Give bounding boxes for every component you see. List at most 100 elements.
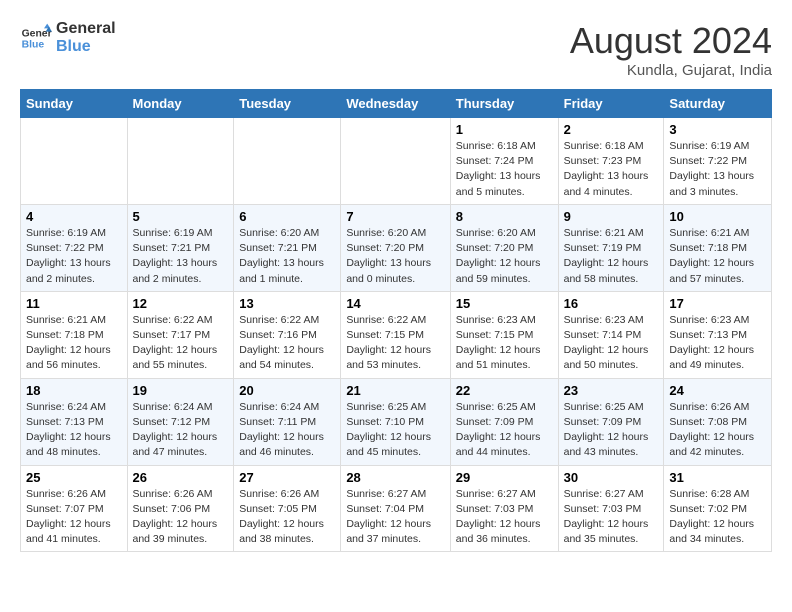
day-cell: 27 Sunrise: 6:26 AMSunset: 7:05 PMDayligh… [234, 465, 341, 552]
day-number: 17 [669, 296, 766, 311]
header-monday: Monday [127, 90, 234, 118]
day-info: Sunrise: 6:24 AMSunset: 7:11 PMDaylight:… [239, 400, 335, 461]
day-number: 26 [133, 470, 229, 485]
day-cell: 10 Sunrise: 6:21 AMSunset: 7:18 PMDayligh… [664, 204, 772, 291]
day-info: Sunrise: 6:22 AMSunset: 7:16 PMDaylight:… [239, 313, 335, 374]
day-info: Sunrise: 6:28 AMSunset: 7:02 PMDaylight:… [669, 487, 766, 548]
day-cell [21, 118, 128, 205]
day-cell: 25Sunrise: 6:26 AMSunset: 7:07 PMDayligh… [21, 465, 128, 552]
day-cell: 15 Sunrise: 6:23 AMSunset: 7:15 PMDayligh… [450, 291, 558, 378]
day-number: 3 [669, 122, 766, 137]
day-cell [341, 118, 450, 205]
logo: General Blue General Blue [20, 20, 116, 56]
day-cell: 9Sunrise: 6:21 AMSunset: 7:19 PMDaylight… [558, 204, 664, 291]
day-cell: 19 Sunrise: 6:24 AMSunset: 7:12 PMDayligh… [127, 378, 234, 465]
day-info: Sunrise: 6:23 AMSunset: 7:15 PMDaylight:… [456, 313, 553, 374]
day-number: 8 [456, 209, 553, 224]
day-cell: 5 Sunrise: 6:19 AMSunset: 7:21 PMDaylight… [127, 204, 234, 291]
day-number: 1 [456, 122, 553, 137]
day-number: 20 [239, 383, 335, 398]
week-row-1: 1Sunrise: 6:18 AMSunset: 7:24 PMDaylight… [21, 118, 772, 205]
day-info: Sunrise: 6:23 AMSunset: 7:13 PMDaylight:… [669, 313, 766, 374]
day-number: 18 [26, 383, 122, 398]
day-info: Sunrise: 6:18 AMSunset: 7:23 PMDaylight:… [564, 139, 659, 200]
logo-icon: General Blue [20, 22, 52, 54]
day-info: Sunrise: 6:27 AMSunset: 7:04 PMDaylight:… [346, 487, 444, 548]
day-info: Sunrise: 6:21 AMSunset: 7:18 PMDaylight:… [26, 313, 122, 374]
day-number: 29 [456, 470, 553, 485]
day-number: 5 [133, 209, 229, 224]
day-number: 9 [564, 209, 659, 224]
day-info: Sunrise: 6:20 AMSunset: 7:21 PMDaylight:… [239, 226, 335, 287]
day-info: Sunrise: 6:19 AMSunset: 7:22 PMDaylight:… [669, 139, 766, 200]
day-info: Sunrise: 6:20 AMSunset: 7:20 PMDaylight:… [456, 226, 553, 287]
header-sunday: Sunday [21, 90, 128, 118]
day-number: 28 [346, 470, 444, 485]
svg-text:Blue: Blue [22, 40, 45, 51]
day-number: 2 [564, 122, 659, 137]
week-row-2: 4 Sunrise: 6:19 AMSunset: 7:22 PMDaylight… [21, 204, 772, 291]
day-cell: 17 Sunrise: 6:23 AMSunset: 7:13 PMDayligh… [664, 291, 772, 378]
header-tuesday: Tuesday [234, 90, 341, 118]
day-info: Sunrise: 6:24 AMSunset: 7:12 PMDaylight:… [133, 400, 229, 461]
day-cell: 23 Sunrise: 6:25 AMSunset: 7:09 PMDayligh… [558, 378, 664, 465]
calendar-header-row: SundayMondayTuesdayWednesdayThursdayFrid… [21, 90, 772, 118]
day-cell: 30Sunrise: 6:27 AMSunset: 7:03 PMDayligh… [558, 465, 664, 552]
day-info: Sunrise: 6:22 AMSunset: 7:15 PMDaylight:… [346, 313, 444, 374]
day-number: 13 [239, 296, 335, 311]
day-number: 27 [239, 470, 335, 485]
week-row-5: 25Sunrise: 6:26 AMSunset: 7:07 PMDayligh… [21, 465, 772, 552]
day-info: Sunrise: 6:26 AMSunset: 7:05 PMDaylight:… [239, 487, 335, 548]
day-cell: 14Sunrise: 6:22 AMSunset: 7:15 PMDayligh… [341, 291, 450, 378]
day-number: 7 [346, 209, 444, 224]
day-cell: 7Sunrise: 6:20 AMSunset: 7:20 PMDaylight… [341, 204, 450, 291]
day-cell: 31 Sunrise: 6:28 AMSunset: 7:02 PMDayligh… [664, 465, 772, 552]
day-info: Sunrise: 6:25 AMSunset: 7:10 PMDaylight:… [346, 400, 444, 461]
header-thursday: Thursday [450, 90, 558, 118]
day-number: 11 [26, 296, 122, 311]
day-number: 6 [239, 209, 335, 224]
day-cell: 12 Sunrise: 6:22 AMSunset: 7:17 PMDayligh… [127, 291, 234, 378]
day-info: Sunrise: 6:19 AMSunset: 7:22 PMDaylight:… [26, 226, 122, 287]
day-cell [127, 118, 234, 205]
day-cell: 6 Sunrise: 6:20 AMSunset: 7:21 PMDaylight… [234, 204, 341, 291]
day-info: Sunrise: 6:19 AMSunset: 7:21 PMDaylight:… [133, 226, 229, 287]
day-info: Sunrise: 6:25 AMSunset: 7:09 PMDaylight:… [456, 400, 553, 461]
day-number: 10 [669, 209, 766, 224]
day-number: 12 [133, 296, 229, 311]
day-cell: 24Sunrise: 6:26 AMSunset: 7:08 PMDayligh… [664, 378, 772, 465]
day-cell: 4 Sunrise: 6:19 AMSunset: 7:22 PMDaylight… [21, 204, 128, 291]
header-friday: Friday [558, 90, 664, 118]
day-number: 23 [564, 383, 659, 398]
day-info: Sunrise: 6:25 AMSunset: 7:09 PMDaylight:… [564, 400, 659, 461]
day-number: 15 [456, 296, 553, 311]
logo-line1: General [56, 20, 116, 38]
day-number: 22 [456, 383, 553, 398]
day-cell: 16Sunrise: 6:23 AMSunset: 7:14 PMDayligh… [558, 291, 664, 378]
calendar-title: August 2024 [570, 20, 772, 62]
day-info: Sunrise: 6:27 AMSunset: 7:03 PMDaylight:… [456, 487, 553, 548]
day-number: 19 [133, 383, 229, 398]
day-cell: 22 Sunrise: 6:25 AMSunset: 7:09 PMDayligh… [450, 378, 558, 465]
day-cell: 11 Sunrise: 6:21 AMSunset: 7:18 PMDayligh… [21, 291, 128, 378]
calendar-table: SundayMondayTuesdayWednesdayThursdayFrid… [20, 89, 772, 552]
calendar-subtitle: Kundla, Gujarat, India [570, 62, 772, 79]
day-cell [234, 118, 341, 205]
day-cell: 8 Sunrise: 6:20 AMSunset: 7:20 PMDaylight… [450, 204, 558, 291]
day-info: Sunrise: 6:26 AMSunset: 7:07 PMDaylight:… [26, 487, 122, 548]
header-wednesday: Wednesday [341, 90, 450, 118]
day-cell: 26 Sunrise: 6:26 AMSunset: 7:06 PMDayligh… [127, 465, 234, 552]
day-info: Sunrise: 6:27 AMSunset: 7:03 PMDaylight:… [564, 487, 659, 548]
day-cell: 18Sunrise: 6:24 AMSunset: 7:13 PMDayligh… [21, 378, 128, 465]
day-info: Sunrise: 6:26 AMSunset: 7:06 PMDaylight:… [133, 487, 229, 548]
day-number: 16 [564, 296, 659, 311]
week-row-4: 18Sunrise: 6:24 AMSunset: 7:13 PMDayligh… [21, 378, 772, 465]
day-info: Sunrise: 6:21 AMSunset: 7:18 PMDaylight:… [669, 226, 766, 287]
day-cell: 20 Sunrise: 6:24 AMSunset: 7:11 PMDayligh… [234, 378, 341, 465]
day-number: 31 [669, 470, 766, 485]
day-number: 21 [346, 383, 444, 398]
day-number: 4 [26, 209, 122, 224]
page-header: General Blue General Blue August 2024 Ku… [20, 20, 772, 79]
day-cell: 13 Sunrise: 6:22 AMSunset: 7:16 PMDayligh… [234, 291, 341, 378]
day-info: Sunrise: 6:22 AMSunset: 7:17 PMDaylight:… [133, 313, 229, 374]
